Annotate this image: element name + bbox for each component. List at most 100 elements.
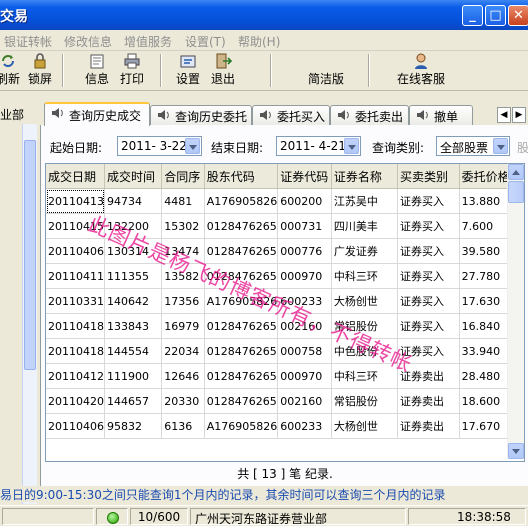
lock-button[interactable]: 锁屏 bbox=[27, 53, 53, 88]
tab-scroll-right-button[interactable]: ▶ bbox=[512, 107, 526, 123]
speaker-icon bbox=[417, 110, 428, 120]
table-cell: 证券买入 bbox=[397, 238, 460, 264]
start-date-picker[interactable]: 2011- 3-22 bbox=[117, 136, 202, 156]
tab-scroll-left-button[interactable]: ◀ bbox=[497, 107, 511, 123]
table-row[interactable]: 20110413 94734 4481 A176905826 600200 江苏吴中 证券买… bbox=[46, 188, 524, 214]
column-header[interactable]: 股东代码 bbox=[204, 164, 279, 189]
table-row[interactable]: 20110406 95832 6136 A176905826 600233 大杨创世 证券卖… bbox=[46, 413, 524, 439]
customer-service-icon bbox=[415, 53, 427, 69]
table-scroll-thumb[interactable] bbox=[508, 181, 524, 203]
menu-bar: 银证转帐 修改信息 增值服务 设置(T) 帮助(H) bbox=[0, 30, 528, 51]
table-cell: 000731 bbox=[277, 213, 332, 239]
online-service-label: 在线客服 bbox=[396, 72, 445, 86]
column-header[interactable]: 成交时间 bbox=[104, 164, 163, 189]
table-cell: 0128476265 bbox=[204, 388, 279, 414]
print-label: 打印 bbox=[119, 72, 144, 86]
table-cell: 600233 bbox=[277, 288, 332, 314]
chevron-down-icon[interactable] bbox=[344, 138, 359, 154]
table-cell: 144554 bbox=[104, 338, 163, 364]
menu-item-bank-transfer[interactable]: 银证转帐 bbox=[4, 33, 52, 50]
table-cell: 0128476265 bbox=[204, 313, 279, 339]
table-cell: 证券买入 bbox=[397, 213, 460, 239]
table-cell: 94734 bbox=[104, 188, 163, 214]
table-cell: 0128476265 bbox=[204, 238, 279, 264]
end-date-picker[interactable]: 2011- 4-21 bbox=[276, 136, 361, 156]
print-button[interactable]: 打印 bbox=[118, 53, 146, 88]
query-type-select[interactable]: 全部股票 bbox=[436, 136, 510, 156]
tab-buy-order[interactable]: 委托买入 bbox=[252, 105, 330, 125]
table-cell: 144657 bbox=[104, 388, 163, 414]
table-cell: 000776 bbox=[277, 238, 332, 264]
left-panel-scroll-thumb[interactable] bbox=[24, 140, 36, 370]
table-row[interactable]: 20110418 144554 22034 0128476265 000758 中色股份证… bbox=[46, 338, 524, 364]
column-header[interactable]: 合同序 bbox=[161, 164, 205, 189]
table-cell: 20110406 bbox=[46, 413, 105, 439]
end-date-label: 结束日期: bbox=[211, 141, 264, 155]
simple-version-icon bbox=[317, 53, 335, 69]
table-row[interactable]: 20110411 111355 13582 0128476265 000970 中科三环证… bbox=[46, 263, 524, 289]
query-time-notice: 易日的9:00-15:30之间只能查询1个月内的记录，其余时间可以查询三个月内的… bbox=[0, 486, 528, 502]
table-row[interactable]: 20110418 133843 16979 0128476265 002160 常铝股份证… bbox=[46, 313, 524, 339]
table-row[interactable]: 20110412 111900 12646 0128476265 000970 中科三环证… bbox=[46, 363, 524, 389]
info-icon bbox=[90, 54, 104, 69]
tab-history-orders[interactable]: 查询历史委托 bbox=[150, 105, 252, 125]
table-cell: 20110413 bbox=[46, 188, 105, 214]
end-date-value: 2011- 4-21 bbox=[280, 139, 346, 153]
table-row[interactable]: 20110420 144657 20330 0128476265 002160 常铝股份证… bbox=[46, 388, 524, 414]
minimize-button[interactable]: _ bbox=[462, 5, 483, 26]
chevron-down-icon[interactable] bbox=[185, 138, 200, 154]
table-cell: 13474 bbox=[161, 238, 205, 264]
column-header[interactable]: 证券名称 bbox=[331, 164, 399, 189]
menu-item-settings[interactable]: 设置(T) bbox=[185, 33, 226, 50]
table-cell: 000758 bbox=[277, 338, 332, 364]
exit-button[interactable]: 退出 bbox=[209, 53, 237, 88]
online-service-button[interactable]: 在线客服 bbox=[392, 53, 450, 88]
menu-item-modify-info[interactable]: 修改信息 bbox=[64, 33, 112, 50]
scroll-down-button[interactable] bbox=[508, 443, 524, 459]
status-bar: 10/600 广州天河东路证券营业部 18:38:58 bbox=[0, 505, 528, 526]
info-button[interactable]: 信息 bbox=[83, 53, 111, 88]
speaker-icon bbox=[260, 110, 271, 120]
table-cell: 20330 bbox=[161, 388, 205, 414]
table-scrollbar[interactable] bbox=[507, 164, 524, 459]
query-type-label: 查询类别: bbox=[372, 141, 425, 155]
table-cell: 0128476265 bbox=[204, 263, 279, 289]
table-cell: 95832 bbox=[104, 413, 163, 439]
table-cell: 002160 bbox=[277, 388, 332, 414]
column-header[interactable]: 成交日期 bbox=[46, 164, 105, 189]
table-cell: 000970 bbox=[277, 363, 332, 389]
table-cell: 20110415 bbox=[46, 213, 105, 239]
settings-button[interactable]: 设置 bbox=[174, 53, 202, 88]
tab-history-trades[interactable]: 查询历史成交 bbox=[44, 102, 150, 126]
refresh-button[interactable]: 刷新 bbox=[0, 53, 22, 88]
toolbar: 刷新 锁屏 信息 打印 设置 退出 简洁版 在线客服 bbox=[0, 51, 528, 91]
start-date-value: 2011- 3-22 bbox=[121, 139, 187, 153]
tab-sell-order[interactable]: 委托卖出 bbox=[330, 105, 409, 125]
trades-table: 成交日期 成交时间 合同序 股东代码 证券代码 证券名称 买卖类别 委托价格 2… bbox=[45, 163, 525, 462]
table-cell: 0128476265 bbox=[204, 363, 279, 389]
tab-label: 查询历史成交 bbox=[69, 109, 142, 123]
column-header[interactable]: 证券代码 bbox=[277, 164, 332, 189]
lock-icon bbox=[34, 53, 46, 69]
toolbar-separator bbox=[368, 54, 370, 87]
left-panel-scrollbar[interactable] bbox=[22, 124, 37, 504]
speaker-icon bbox=[338, 110, 349, 120]
table-cell: A176905826 bbox=[204, 288, 279, 314]
menu-item-value-added[interactable]: 增值服务 bbox=[124, 33, 172, 50]
table-cell: 20110420 bbox=[46, 388, 105, 414]
table-cell: 20110418 bbox=[46, 338, 105, 364]
table-row[interactable]: 20110331 140642 17356 A176905826 600233 大杨创世证… bbox=[46, 288, 524, 314]
scroll-up-button[interactable] bbox=[508, 164, 524, 180]
chevron-down-icon[interactable] bbox=[493, 138, 508, 154]
printer-icon bbox=[124, 53, 140, 69]
column-header[interactable]: 买卖类别 bbox=[397, 164, 460, 189]
table-row[interactable]: 20110406 130314 13474 0128476265 000776 广发证券证… bbox=[46, 238, 524, 264]
tab-cancel-order[interactable]: 撤单 bbox=[409, 105, 473, 125]
simple-version-button[interactable]: 简洁版 bbox=[300, 53, 352, 88]
maximize-button[interactable]: □ bbox=[485, 5, 506, 26]
toolbar-separator bbox=[62, 54, 64, 87]
table-row[interactable]: 20110415 132200 15302 0128476265 000731 四川美丰证… bbox=[46, 213, 524, 239]
left-panel-header: 业部 bbox=[0, 108, 25, 122]
close-button[interactable]: ✕ bbox=[508, 5, 528, 26]
menu-item-help[interactable]: 帮助(H) bbox=[238, 33, 280, 50]
